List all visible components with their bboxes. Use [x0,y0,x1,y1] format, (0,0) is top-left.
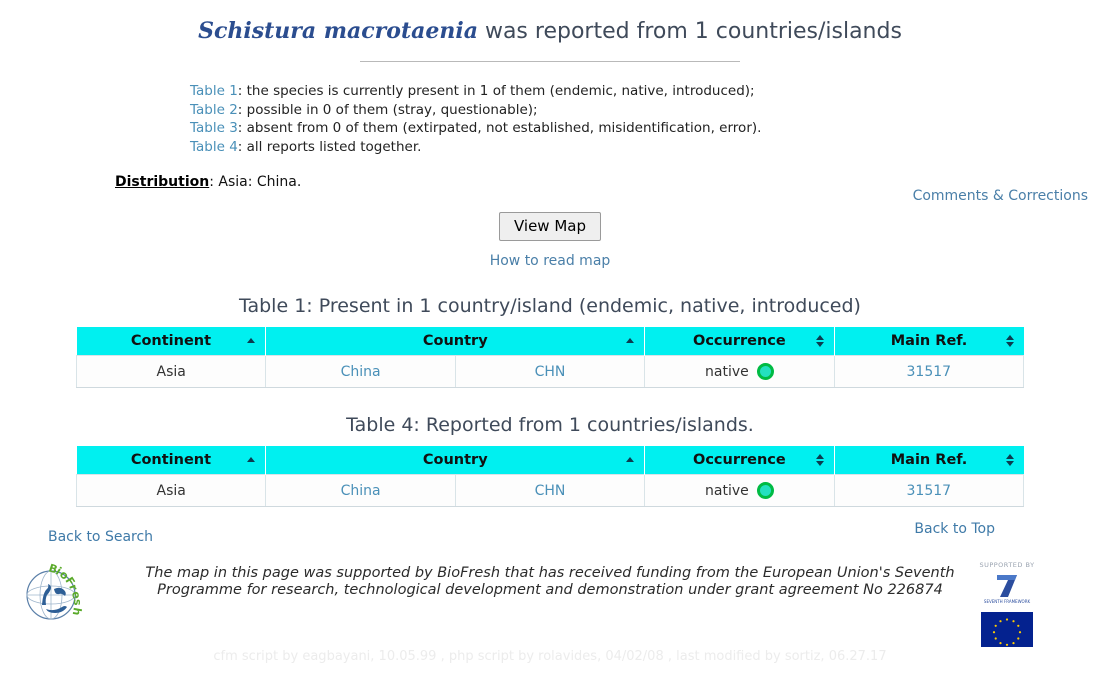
table-header-row: Continent Country Occurrence Main Ref. [76,327,1024,356]
column-header-country[interactable]: Country [265,327,646,356]
country-link[interactable]: China [341,364,381,380]
bottom-navigation: Back to Search Back to Top [0,521,1100,555]
table-3-link[interactable]: Table 3 [190,120,238,136]
sort-ascending-icon[interactable] [624,453,636,467]
distribution-label-link[interactable]: Distribution [115,174,209,190]
cell-country: China [265,474,456,507]
occurrence-status-icon [756,363,774,380]
sort-ascending-icon[interactable] [245,334,257,348]
back-to-search-link[interactable]: Back to Search [48,529,153,545]
summary-text-3: : absent from 0 of them (extirpated, not… [237,120,762,136]
occurrence-wrap: native [705,482,774,499]
comments-and-corrections-link[interactable]: Comments & Corrections [913,188,1088,204]
cell-country: China [265,355,456,388]
list-item: Table 2: possible in 0 of them (stray, q… [190,101,1100,120]
cell-main-ref: 31517 [833,355,1025,388]
funding-notice: The map in this page was supported by Bi… [145,565,955,598]
cell-country-code: CHN [454,474,646,507]
column-header-occurrence[interactable]: Occurrence [644,446,835,475]
cell-continent: Asia [75,474,267,507]
footer: B i o F r e s h The map in this page was… [0,557,1100,647]
column-header-continent[interactable]: Continent [76,327,267,356]
species-name: Schistura macrotaenia [198,18,478,44]
page-root: Schistura macrotaenia was reported from … [0,0,1100,696]
svg-text:s: s [71,599,84,606]
fp7-logo: SEVENTH FRAMEWORK [972,571,1042,609]
country-link[interactable]: China [341,483,381,499]
column-header-continent-label: Continent [130,333,212,349]
cell-occurrence: native [644,474,835,507]
table-2-link[interactable]: Table 2 [190,102,238,118]
column-header-main-ref[interactable]: Main Ref. [833,446,1024,475]
cell-main-ref: 31517 [833,474,1025,507]
script-credits: cfm script by eagbayani, 10.05.99 , php … [213,649,887,664]
title-divider [360,61,740,62]
column-header-occurrence-label: Occurrence [693,452,786,468]
list-item: Table 4: all reports listed together. [190,138,1100,157]
table-header-row: Continent Country Occurrence Main Ref. [76,446,1024,475]
biofresh-logo: B i o F r e s h [18,559,94,623]
column-header-continent[interactable]: Continent [76,446,267,475]
list-item: Table 3: absent from 0 of them (extirpat… [190,119,1100,138]
column-header-occurrence[interactable]: Occurrence [644,327,835,356]
page-title: Schistura macrotaenia was reported from … [0,16,1100,47]
occurrence-label: native [705,363,749,380]
sort-both-icon[interactable] [814,453,826,467]
sort-ascending-icon[interactable] [624,334,636,348]
column-header-continent-label: Continent [130,452,212,468]
cell-continent: Asia [75,355,267,388]
eu-flag-icon [981,612,1033,647]
back-to-top-link[interactable]: Back to Top [914,521,995,537]
main-ref-link[interactable]: 31517 [907,483,952,499]
page-header: Schistura macrotaenia was reported from … [0,0,1100,62]
map-actions: View Map How to read map [0,212,1100,269]
sort-both-icon[interactable] [1004,453,1016,467]
svg-text:SEVENTH FRAMEWORK: SEVENTH FRAMEWORK [984,599,1031,604]
column-header-main-ref-label: Main Ref. [890,333,968,349]
summary-text-1: : the species is currently present in 1 … [237,83,755,99]
column-header-country[interactable]: Country [265,446,646,475]
summary-text-4: : all reports listed together. [237,138,422,155]
column-header-main-ref[interactable]: Main Ref. [833,327,1024,356]
column-header-main-ref-label: Main Ref. [890,452,968,468]
table-4: Continent Country Occurrence Main Ref. A… [75,446,1025,507]
country-code-link[interactable]: CHN [535,364,566,380]
table-4-caption: Table 4: Reported from 1 countries/islan… [346,414,754,436]
occurrence-label: native [705,482,749,499]
how-to-read-map-link[interactable]: How to read map [0,253,1100,269]
main-ref-link[interactable]: 31517 [907,364,952,380]
table-1-link[interactable]: Table 1 [190,83,238,99]
eu-funding-logo: SUPPORTED BY SEVENTH FRAMEWORK [972,561,1042,647]
page-title-suffix: was reported from 1 countries/islands [477,19,902,44]
sort-both-icon[interactable] [1004,334,1016,348]
column-header-occurrence-label: Occurrence [693,333,786,349]
summary-text-2: : possible in 0 of them (stray, question… [237,101,538,118]
table-1-caption: Table 1: Present in 1 country/island (en… [239,295,861,317]
country-code-link[interactable]: CHN [535,483,566,499]
supported-by-label: SUPPORTED BY [979,561,1035,569]
svg-text:h: h [70,606,84,616]
sort-both-icon[interactable] [814,334,826,348]
cell-country-code: CHN [454,355,646,388]
distribution-value: : Asia: China. [209,174,302,190]
column-header-country-label: Country [422,333,488,349]
list-item: Table 1: the species is currently presen… [190,82,1100,101]
table-row: Asia China CHN native 31517 [75,474,1025,507]
view-map-button[interactable]: View Map [498,212,602,241]
table-summary-list: Table 1: the species is currently presen… [0,82,1100,156]
table-row: Asia China CHN native 31517 [75,355,1025,388]
column-header-country-label: Country [422,452,488,468]
table-4-link[interactable]: Table 4 [190,139,238,155]
occurrence-wrap: native [705,363,774,380]
cell-occurrence: native [644,355,835,388]
table-1: Continent Country Occurrence Main Ref. A… [75,327,1025,388]
sort-ascending-icon[interactable] [245,453,257,467]
occurrence-status-icon [756,482,774,499]
